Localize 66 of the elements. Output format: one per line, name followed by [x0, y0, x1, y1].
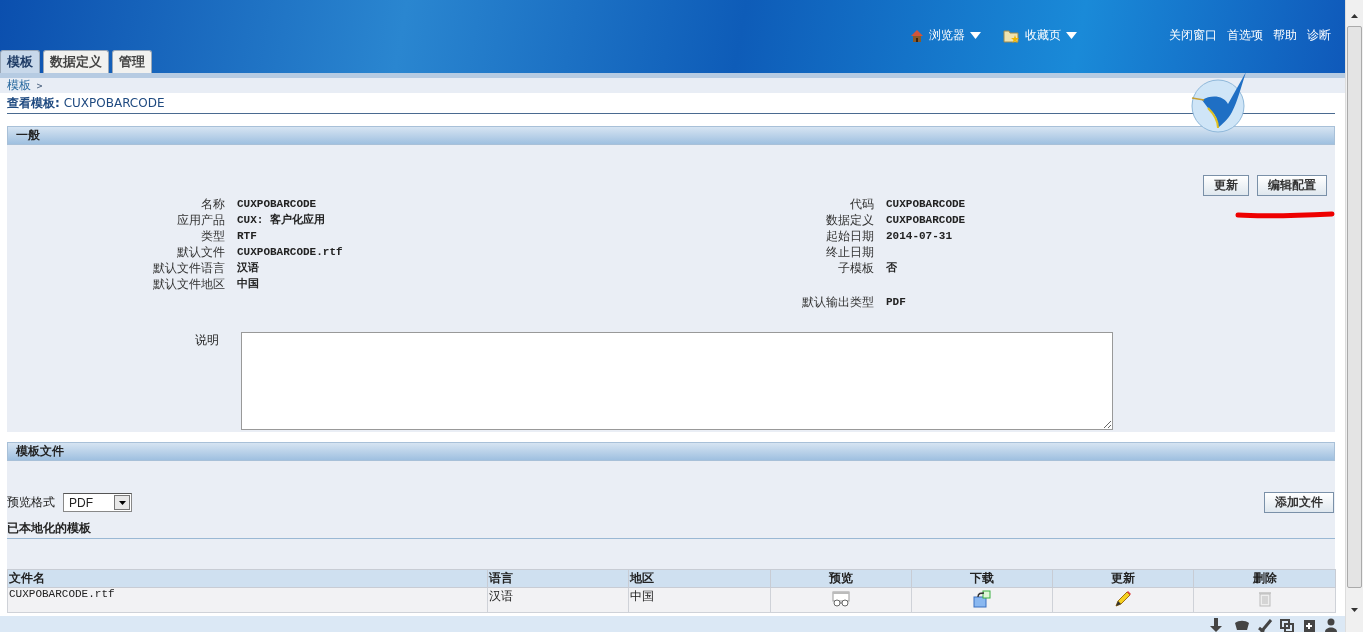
tab[interactable]: 模板 [0, 50, 40, 73]
scroll-down-icon[interactable] [1351, 608, 1358, 612]
field-label: 默认文件地区 [152, 276, 225, 292]
field-value: CUXPOBARCODE [886, 197, 966, 212]
field-label: 说明 [194, 332, 219, 349]
section-header: 模板文件 [7, 442, 1335, 461]
scrollbar-thumb[interactable] [1347, 26, 1362, 588]
field-value: 否 [886, 261, 898, 276]
caret-icon [970, 32, 981, 39]
page-title: 查看模板: CUXPOBARCODE [7, 96, 165, 110]
field-value: PDF [886, 295, 907, 310]
description-field[interactable] [241, 332, 1113, 430]
global-link[interactable]: 帮助 [1273, 27, 1297, 44]
field-label: 终止日期 [825, 244, 874, 260]
glasses-icon[interactable] [832, 590, 850, 607]
subsection-title: 已本地化的模板 [7, 520, 1335, 539]
nav-menu[interactable]: 收藏页 [1003, 27, 1077, 44]
field-value: RTF [237, 229, 258, 244]
column-header: 删除 [1193, 569, 1336, 588]
column-header: 语言 [487, 569, 629, 588]
tab[interactable]: 数据定义 [43, 50, 109, 73]
field-label: 代码 [849, 196, 874, 212]
pencil-icon[interactable] [1114, 589, 1132, 608]
field-label: 预览格式 [7, 494, 55, 511]
column-header: 文件名 [7, 569, 488, 588]
field-label: 默认文件 [176, 244, 225, 260]
add-file-button[interactable]: 添加文件 [1264, 492, 1334, 513]
field-label: 类型 [200, 228, 225, 244]
folder-arrow-icon[interactable] [973, 589, 991, 608]
caret-icon [1066, 32, 1077, 39]
table-cell: 汉语 [487, 587, 629, 613]
field-value: 汉语 [237, 261, 260, 276]
field-label: 应用产品 [176, 212, 225, 228]
breadcrumb-link[interactable]: 模板 [7, 77, 31, 94]
column-header: 更新 [1052, 569, 1194, 588]
table-cell: CUXPOBARCODE.rtf [7, 587, 488, 613]
house-icon [910, 28, 924, 43]
scroll-up-icon[interactable] [1351, 14, 1358, 18]
field-label: 默认文件语言 [152, 260, 225, 276]
section-header: 一般 [7, 126, 1335, 145]
tab[interactable]: 管理 [112, 50, 152, 73]
field-value: 2014-07-31 [886, 229, 953, 244]
column-header: 预览 [770, 569, 912, 588]
table-cell: 中国 [628, 587, 771, 613]
field-value: CUXPOBARCODE [886, 213, 966, 228]
field-label: 子模板 [837, 260, 874, 276]
global-link[interactable]: 关闭窗口 [1169, 27, 1217, 44]
format-dropdown[interactable]: PDF [63, 493, 132, 512]
column-header: 地区 [628, 569, 771, 588]
field-value: 中国 [237, 276, 260, 292]
action-button[interactable]: 更新 [1203, 175, 1249, 196]
field-value: CUXPOBARCODE.rtf [237, 245, 344, 260]
field-label: 名称 [200, 196, 225, 212]
global-link[interactable]: 诊断 [1307, 27, 1331, 44]
field-value: CUX: 客户化应用 [237, 212, 326, 228]
column-header: 下载 [911, 569, 1053, 588]
global-link[interactable]: 首选项 [1227, 27, 1263, 44]
field-label: 数据定义 [825, 212, 874, 228]
caret-icon [118, 500, 126, 505]
field-label: 默认输出类型 [801, 294, 874, 310]
breadcrumb-separator-icon [37, 82, 43, 89]
folder-star-icon [1003, 28, 1020, 43]
field-value: CUXPOBARCODE [237, 197, 318, 212]
nav-menu[interactable]: 浏览器 [910, 27, 981, 44]
field-label: 起始日期 [825, 228, 874, 244]
action-button[interactable]: 编辑配置 [1257, 175, 1327, 196]
